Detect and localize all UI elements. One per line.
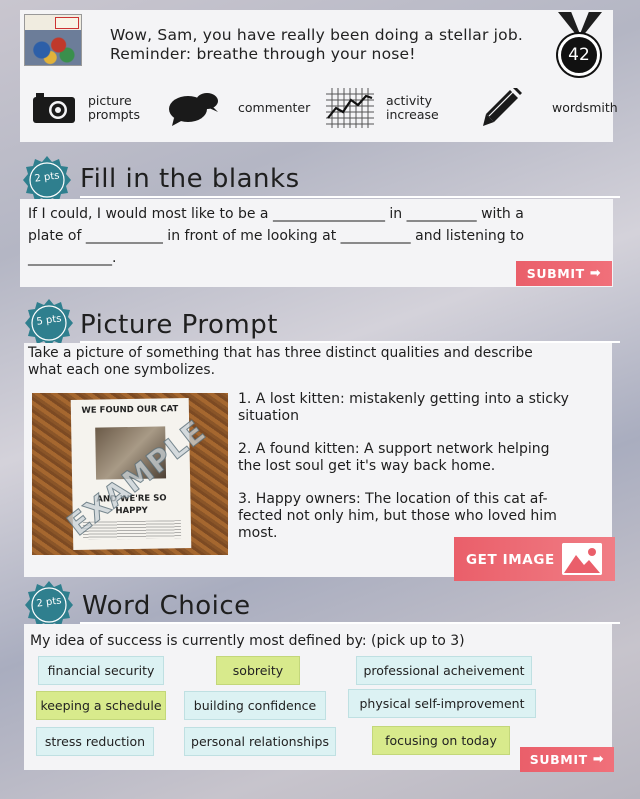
section-title-picture-prompt: Picture Prompt — [80, 310, 278, 340]
word-choice-submit-button[interactable]: SUBMIT ➡ — [520, 747, 614, 772]
medal-count: 42 — [558, 34, 600, 76]
word-chip[interactable]: sobreity — [216, 656, 300, 685]
badge-wordsmith: wordsmith — [480, 86, 618, 130]
badge-list: picture prompts commenter activity incre… — [32, 86, 618, 130]
word-chip[interactable]: focusing on today — [372, 726, 510, 755]
medal-badge: 42 — [558, 12, 602, 76]
speech-bubbles-icon — [169, 93, 218, 126]
section-title-word-choice: Word Choice — [82, 591, 251, 621]
profile-photo[interactable] — [24, 14, 82, 66]
fill-blanks-submit-button[interactable]: SUBMIT ➡ — [516, 261, 612, 286]
answer-item: 1. A lost kitten: mistakenly getting int… — [238, 391, 569, 424]
badge-activity-increase: activity increase — [326, 86, 439, 130]
answer-item: 3. Happy owners: The location of this ca… — [238, 491, 557, 541]
points-seal: 2 pts — [24, 580, 74, 630]
activity-graph-icon — [326, 88, 374, 128]
badge-label: commenter — [238, 100, 311, 115]
badge-label: picture prompts — [88, 93, 140, 122]
word-chip[interactable]: stress reduction — [36, 727, 154, 756]
picture-prompt-instructions: Take a picture of something that has thr… — [28, 345, 533, 378]
thumb-sign — [55, 17, 79, 29]
section-title-fill-blanks: Fill in the blanks — [80, 164, 300, 194]
pencil-icon — [483, 88, 522, 126]
points-seal: 5 pts — [24, 298, 74, 348]
arrow-right-icon: ➡ — [589, 266, 602, 281]
badge-label: wordsmith — [552, 100, 618, 115]
word-chip[interactable]: professional acheivement — [356, 656, 532, 685]
badge-picture-prompts: picture prompts — [32, 86, 140, 130]
word-chip[interactable]: physical self-improvement — [348, 689, 536, 718]
fill-blanks-text[interactable]: If I could, I would most like to be a __… — [28, 203, 524, 269]
achievements-header: Wow, Sam, you have really been doing a s… — [20, 10, 618, 142]
points-seal: 2 pts — [22, 155, 72, 205]
get-image-button[interactable]: GET IMAGE — [454, 537, 615, 581]
example-photo: WE FOUND OUR CAT AND WE'RE SO HAPPY EXAM… — [32, 393, 228, 555]
answer-item: 2. A found kitten: A support network hel… — [238, 441, 550, 474]
badge-label: activity increase — [386, 93, 439, 122]
greeting-line-2: Reminder: breathe through your nose! — [110, 45, 416, 63]
word-chip[interactable]: keeping a schedule — [36, 691, 166, 720]
arrow-right-icon: ➡ — [592, 752, 605, 767]
greeting-message: Wow, Sam, you have really been doing a s… — [110, 26, 523, 64]
word-chip[interactable]: personal relationships — [184, 727, 336, 756]
word-chip[interactable]: financial security — [38, 656, 164, 685]
badge-commenter: commenter — [168, 86, 310, 130]
image-icon — [562, 543, 602, 575]
medal-ribbon — [558, 12, 602, 34]
word-choice-prompt: My idea of success is currently most def… — [30, 633, 465, 649]
get-image-label: GET IMAGE — [466, 552, 555, 568]
word-chip[interactable]: building confidence — [184, 691, 326, 720]
greeting-line-1: Wow, Sam, you have really been doing a s… — [110, 26, 524, 44]
camera-icon — [33, 93, 75, 123]
poster-title: WE FOUND OUR CAT — [81, 404, 179, 416]
title-divider — [80, 196, 620, 198]
